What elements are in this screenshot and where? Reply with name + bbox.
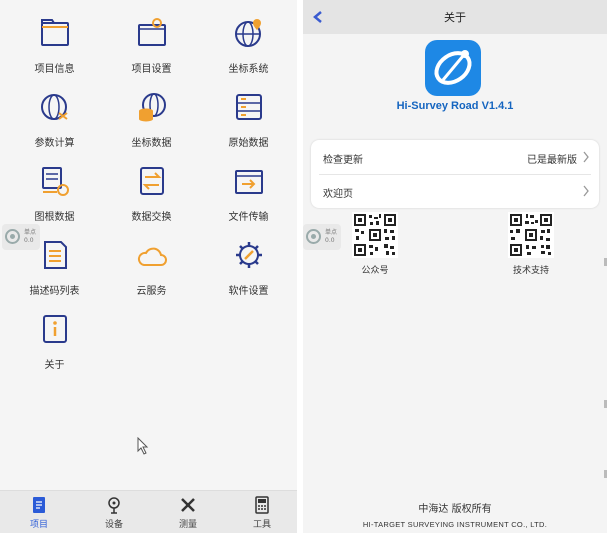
menu-item-data-exchange[interactable]: 数据交换 bbox=[102, 152, 201, 224]
app-version: Hi-Survey Road V1.4.1 bbox=[396, 100, 514, 112]
nav-tab-survey[interactable]: 测量 bbox=[151, 491, 225, 533]
mouse-cursor-icon bbox=[137, 437, 149, 455]
qr-label: 公众号 bbox=[361, 266, 389, 276]
nav-tab-project[interactable]: 项目 bbox=[2, 491, 76, 533]
copyright-text: 中海达 版权所有 bbox=[418, 504, 492, 515]
row-label: 检查更新 bbox=[323, 155, 363, 166]
nav-tab-device[interactable]: 设备 bbox=[77, 491, 151, 533]
solution-value: 0.0 bbox=[325, 237, 335, 244]
target-icon bbox=[306, 229, 321, 244]
solution-status: 单点 bbox=[24, 229, 37, 236]
app-logo-icon bbox=[434, 50, 472, 85]
app-logo bbox=[425, 40, 481, 96]
menu-item-label: 坐标数据 bbox=[131, 138, 172, 149]
menu-item-label: 项目设置 bbox=[131, 64, 172, 75]
nav-tab-label: 项目 bbox=[29, 520, 48, 530]
survey-icon bbox=[181, 498, 195, 512]
welcome-page-row[interactable]: 欢迎页 bbox=[311, 174, 599, 208]
file-transfer-icon bbox=[235, 170, 263, 194]
globe-location-icon bbox=[235, 19, 261, 47]
row-value: 已是最新版 bbox=[527, 155, 577, 166]
menu-item-file-transfer[interactable]: 文件传输 bbox=[199, 152, 297, 224]
data-exchange-icon bbox=[140, 167, 164, 195]
main-menu-panel: 项目信息 项目设置 坐标系统 参数计算 坐标数据 原始数据 图根数据 数据交换 … bbox=[0, 0, 297, 533]
title-bar: 关于 bbox=[303, 0, 607, 34]
solution-status: 单点 bbox=[325, 229, 338, 236]
code-list-icon bbox=[44, 241, 67, 269]
gear-icon bbox=[236, 242, 262, 268]
menu-item-label: 云服务 bbox=[136, 286, 167, 297]
menu-item-parameter-calc[interactable]: 参数计算 bbox=[5, 78, 104, 150]
globe-parameter-icon bbox=[41, 94, 68, 120]
menu-item-cloud-service[interactable]: 云服务 bbox=[102, 226, 201, 298]
menu-item-label: 原始数据 bbox=[228, 138, 269, 149]
cloud-icon bbox=[137, 247, 167, 266]
nav-tab-label: 工具 bbox=[252, 520, 271, 530]
folder-icon bbox=[41, 19, 69, 46]
chevron-right-icon bbox=[583, 151, 589, 163]
menu-item-control-data[interactable]: 图根数据 bbox=[5, 152, 104, 224]
menu-item-raw-data[interactable]: 原始数据 bbox=[199, 78, 297, 150]
bottom-navigation: 项目 设备 测量 工具 bbox=[0, 490, 297, 533]
qr-code-wechat bbox=[352, 212, 398, 258]
nav-tab-tools[interactable]: 工具 bbox=[225, 491, 297, 533]
menu-item-label: 坐标系统 bbox=[228, 64, 269, 75]
tools-icon bbox=[255, 496, 269, 514]
target-icon bbox=[5, 229, 20, 244]
menu-item-label: 描述码列表 bbox=[29, 286, 80, 297]
nav-tab-label: 测量 bbox=[178, 520, 197, 530]
row-label: 欢迎页 bbox=[323, 189, 353, 200]
menu-item-label: 关于 bbox=[44, 360, 65, 371]
company-name: HI-TARGET SURVEYING INSTRUMENT CO., LTD. bbox=[362, 520, 548, 529]
position-float-widget[interactable]: 单点 0.0 bbox=[2, 224, 40, 250]
globe-database-icon bbox=[139, 93, 166, 122]
info-icon bbox=[43, 315, 67, 343]
menu-item-software-settings[interactable]: 软件设置 bbox=[199, 226, 297, 298]
qr-label: 技术支持 bbox=[512, 266, 549, 276]
about-panel: 关于 Hi-Survey Road V1.4.1 检查更新 已是最新版 欢迎页 … bbox=[303, 0, 607, 533]
menu-item-project-settings[interactable]: 项目设置 bbox=[102, 4, 201, 76]
menu-item-project-info[interactable]: 项目信息 bbox=[5, 4, 104, 76]
menu-item-label: 项目信息 bbox=[34, 64, 75, 75]
menu-item-coordinate-system[interactable]: 坐标系统 bbox=[199, 4, 297, 76]
menu-item-label: 文件传输 bbox=[228, 212, 269, 223]
page-title: 关于 bbox=[444, 11, 466, 24]
menu-item-about[interactable]: 关于 bbox=[5, 300, 104, 372]
raw-data-icon bbox=[236, 94, 262, 120]
menu-item-label: 参数计算 bbox=[34, 138, 75, 149]
position-float-widget[interactable]: 单点 0.0 bbox=[303, 224, 341, 250]
settings-card: 检查更新 已是最新版 欢迎页 bbox=[311, 140, 599, 208]
folder-settings-icon bbox=[138, 18, 166, 46]
menu-item-coordinate-data[interactable]: 坐标数据 bbox=[102, 78, 201, 150]
check-update-row[interactable]: 检查更新 已是最新版 bbox=[311, 140, 599, 174]
nav-tab-label: 设备 bbox=[104, 520, 123, 530]
device-icon bbox=[108, 497, 120, 514]
menu-item-label: 软件设置 bbox=[228, 286, 269, 297]
control-data-icon bbox=[42, 167, 69, 196]
menu-item-label: 图根数据 bbox=[34, 212, 75, 223]
chevron-right-icon bbox=[583, 185, 589, 197]
qr-code-tech-support bbox=[508, 212, 554, 258]
project-icon bbox=[33, 497, 45, 513]
menu-item-label: 数据交换 bbox=[131, 212, 172, 223]
solution-value: 0.0 bbox=[24, 237, 34, 244]
